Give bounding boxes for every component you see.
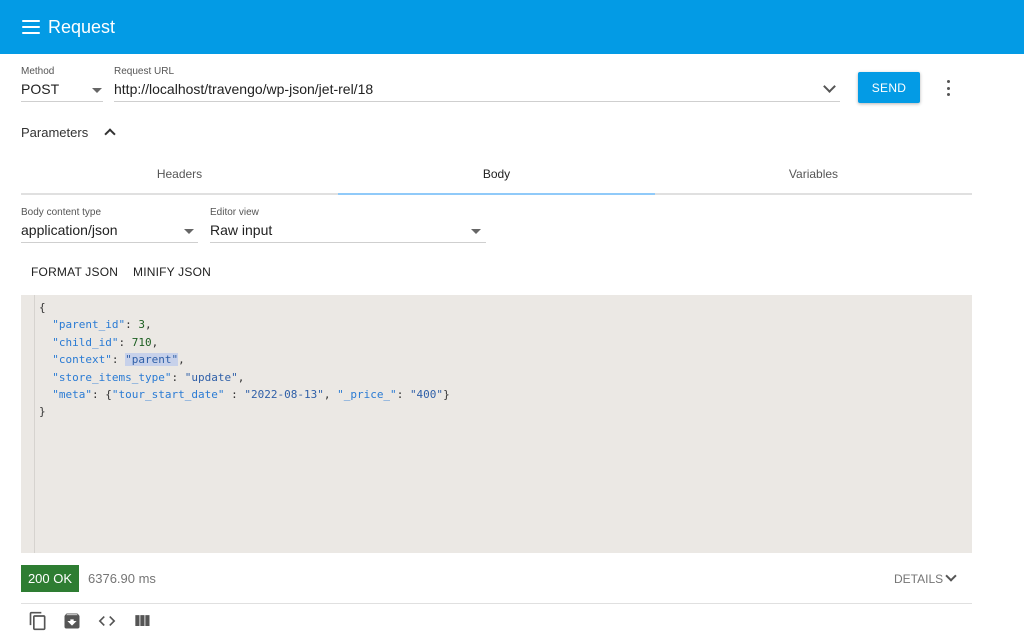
url-underline xyxy=(114,101,840,102)
code-icon[interactable] xyxy=(97,611,117,631)
content-type-label: Body content type xyxy=(21,207,102,218)
archive-icon[interactable] xyxy=(62,611,82,631)
parameters-toggle[interactable]: Parameters xyxy=(21,125,88,140)
chevron-down-icon[interactable] xyxy=(945,570,957,582)
json-key: "store_items_type" xyxy=(52,370,172,384)
json-value: 3 xyxy=(138,318,145,332)
json-key: "tour_start_date" xyxy=(111,388,225,402)
format-json-button[interactable]: FORMAT JSON xyxy=(31,265,118,279)
response-time: 6376.90 ms xyxy=(88,571,156,586)
minify-json-button[interactable]: MINIFY JSON xyxy=(133,265,211,279)
editor-view-underline xyxy=(210,242,486,243)
columns-icon[interactable] xyxy=(132,611,152,631)
method-label: Method xyxy=(21,66,55,77)
tab-body[interactable]: Body xyxy=(338,155,655,195)
editor-view-label: Editor view xyxy=(210,207,259,218)
json-key: "meta" xyxy=(52,388,92,402)
copy-icon[interactable] xyxy=(28,611,48,631)
editor-view-select[interactable]: Raw input xyxy=(210,222,272,238)
json-key: "parent_id" xyxy=(52,318,126,332)
json-open-brace: { xyxy=(39,301,46,314)
response-divider xyxy=(21,603,972,604)
json-value: 710 xyxy=(131,335,152,349)
page-title: Request xyxy=(48,16,116,37)
editor-gutter xyxy=(21,295,35,553)
url-input[interactable]: http://localhost/travengo/wp-json/jet-re… xyxy=(114,81,373,97)
json-key: "context" xyxy=(52,353,112,367)
chevron-up-icon[interactable] xyxy=(104,128,116,140)
json-close-brace: } xyxy=(39,405,46,419)
more-options-icon[interactable] xyxy=(944,80,952,96)
parameters-tabs: Headers Body Variables xyxy=(21,155,972,195)
menu-icon[interactable] xyxy=(22,20,40,34)
status-badge: 200 OK xyxy=(21,565,79,592)
json-value: "update" xyxy=(184,370,238,384)
tab-headers[interactable]: Headers xyxy=(21,155,338,193)
app-bar: Request xyxy=(0,0,1024,54)
editor-view-dropdown-icon[interactable] xyxy=(471,229,481,234)
send-button[interactable]: SEND xyxy=(858,72,920,103)
url-history-chevron-icon[interactable] xyxy=(823,80,836,93)
content-type-select[interactable]: application/json xyxy=(21,222,118,238)
json-value: "2022-08-13" xyxy=(244,388,324,402)
json-value: "400" xyxy=(409,388,444,402)
body-editor[interactable]: { "parent_id": 3, "child_id": 710, "cont… xyxy=(21,295,972,553)
details-button[interactable]: DETAILS xyxy=(894,572,943,586)
method-underline xyxy=(21,101,103,102)
url-label: Request URL xyxy=(114,66,175,77)
json-key: "_price_" xyxy=(337,388,397,402)
tab-variables[interactable]: Variables xyxy=(655,155,972,193)
json-value-selected: "parent" xyxy=(125,353,179,367)
json-key: "child_id" xyxy=(52,335,119,349)
content-type-underline xyxy=(21,242,198,243)
method-select[interactable]: POST xyxy=(21,81,59,97)
json-code[interactable]: { "parent_id": 3, "child_id": 710, "cont… xyxy=(39,299,450,421)
method-dropdown-icon[interactable] xyxy=(92,88,102,93)
content-type-dropdown-icon[interactable] xyxy=(184,229,194,234)
